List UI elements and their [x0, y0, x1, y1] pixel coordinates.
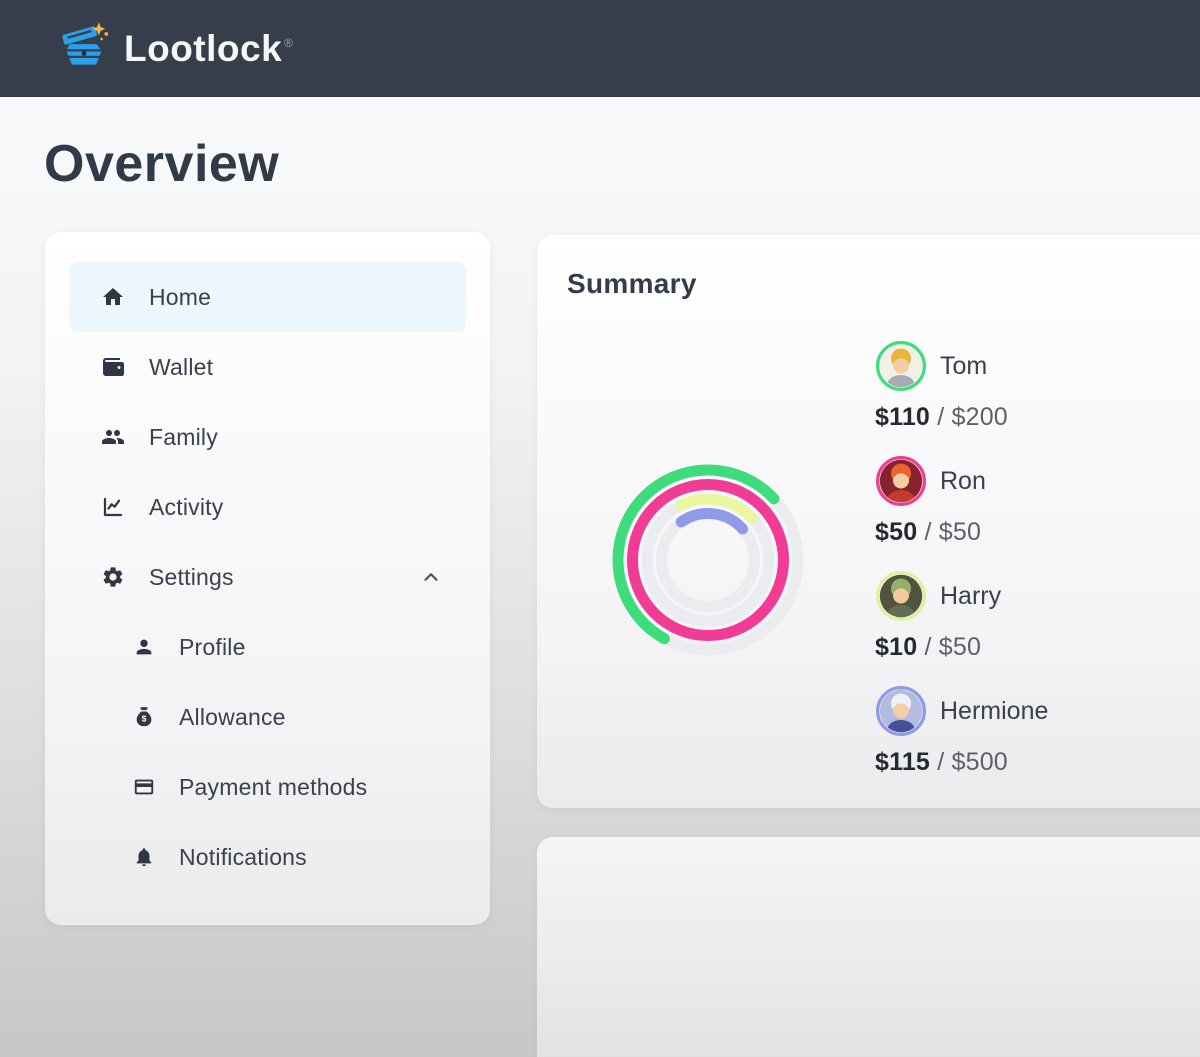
sidebar-item-wallet[interactable]: Wallet — [69, 332, 466, 402]
sidebar-item-notifications[interactable]: Notifications — [69, 822, 466, 892]
app-header: Lootlock® — [0, 0, 1200, 97]
bell-icon — [133, 846, 155, 868]
sidebar-item-payment-methods[interactable]: Payment methods — [69, 752, 466, 822]
member-name: Hermione — [940, 697, 1048, 726]
avatar — [875, 455, 927, 507]
member-identity: Hermione — [875, 685, 1048, 737]
sidebar-item-family[interactable]: Family — [69, 402, 466, 472]
avatar — [875, 570, 927, 622]
member-row: Harry $10 / $50 — [875, 570, 1048, 685]
member-row: Tom $110 / $200 — [875, 340, 1048, 455]
sidebar-item-label: Wallet — [149, 354, 213, 381]
home-icon — [101, 285, 125, 309]
member-amount: $110 / $200 — [875, 403, 1048, 432]
sidebar-item-label: Notifications — [179, 844, 307, 871]
treasure-chest-logo-icon — [58, 20, 110, 77]
secondary-card — [537, 837, 1200, 1057]
amount-spent: $10 — [875, 633, 917, 661]
app-logo[interactable]: Lootlock® — [58, 20, 292, 77]
member-amount: $10 / $50 — [875, 633, 1048, 662]
avatar — [875, 685, 927, 737]
sidebar-item-label: Settings — [149, 564, 234, 591]
member-row: Hermione $115 / $500 — [875, 685, 1048, 800]
amount-limit: / $50 — [917, 518, 981, 546]
activity-icon — [101, 495, 125, 519]
credit-card-icon — [133, 776, 155, 798]
sidebar-list: Home Wallet Family Activity Settings Profile $… — [45, 232, 490, 892]
amount-limit: / $50 — [917, 633, 981, 661]
sidebar: Home Wallet Family Activity Settings Profile $… — [45, 232, 490, 925]
amount-spent: $50 — [875, 518, 917, 546]
app-name: Lootlock® — [124, 30, 292, 67]
sidebar-item-label: Home — [149, 284, 211, 311]
sidebar-item-label: Family — [149, 424, 218, 451]
member-amount: $115 / $500 — [875, 748, 1048, 777]
wallet-icon — [101, 355, 125, 379]
amount-spent: $115 — [875, 748, 930, 776]
sidebar-item-profile[interactable]: Profile — [69, 612, 466, 682]
lootlock-app: Lootlock® Overview Home Wallet Family Activ… — [0, 0, 1200, 1057]
sidebar-item-allowance[interactable]: $ Allowance — [69, 682, 466, 752]
member-identity: Tom — [875, 340, 1048, 392]
member-list: Tom $110 / $200 Ron $50 / $50 Harry $10 / $50… — [875, 340, 1048, 800]
ring-ron — [633, 485, 784, 636]
svg-text:$: $ — [142, 714, 147, 724]
sidebar-item-label: Allowance — [179, 704, 286, 731]
person-icon — [133, 636, 155, 658]
page-title: Overview — [44, 134, 279, 194]
spending-rings-chart — [608, 460, 808, 660]
summary-title: Summary — [567, 268, 697, 300]
member-amount: $50 / $50 — [875, 518, 1048, 547]
member-name: Harry — [940, 582, 1001, 611]
member-identity: Harry — [875, 570, 1048, 622]
amount-limit: / $200 — [930, 403, 1008, 431]
sidebar-item-label: Profile — [179, 634, 246, 661]
registered-mark: ® — [284, 36, 293, 50]
member-name: Tom — [940, 352, 987, 381]
family-icon — [101, 425, 125, 449]
sidebar-item-home[interactable]: Home — [69, 262, 466, 332]
sidebar-item-activity[interactable]: Activity — [69, 472, 466, 542]
member-row: Ron $50 / $50 — [875, 455, 1048, 570]
member-name: Ron — [940, 467, 986, 496]
chevron-up-icon[interactable] — [420, 566, 442, 588]
member-identity: Ron — [875, 455, 1048, 507]
sidebar-item-settings[interactable]: Settings — [69, 542, 466, 612]
amount-spent: $110 — [875, 403, 930, 431]
gear-icon — [101, 565, 125, 589]
avatar — [875, 340, 927, 392]
amount-limit: / $500 — [930, 748, 1008, 776]
money-bag-icon: $ — [133, 706, 155, 728]
sidebar-item-label: Payment methods — [179, 774, 367, 801]
sidebar-item-label: Activity — [149, 494, 223, 521]
summary-card: Summary Tom $110 / $200 Ron $50 / $50 Harry $… — [537, 235, 1200, 808]
